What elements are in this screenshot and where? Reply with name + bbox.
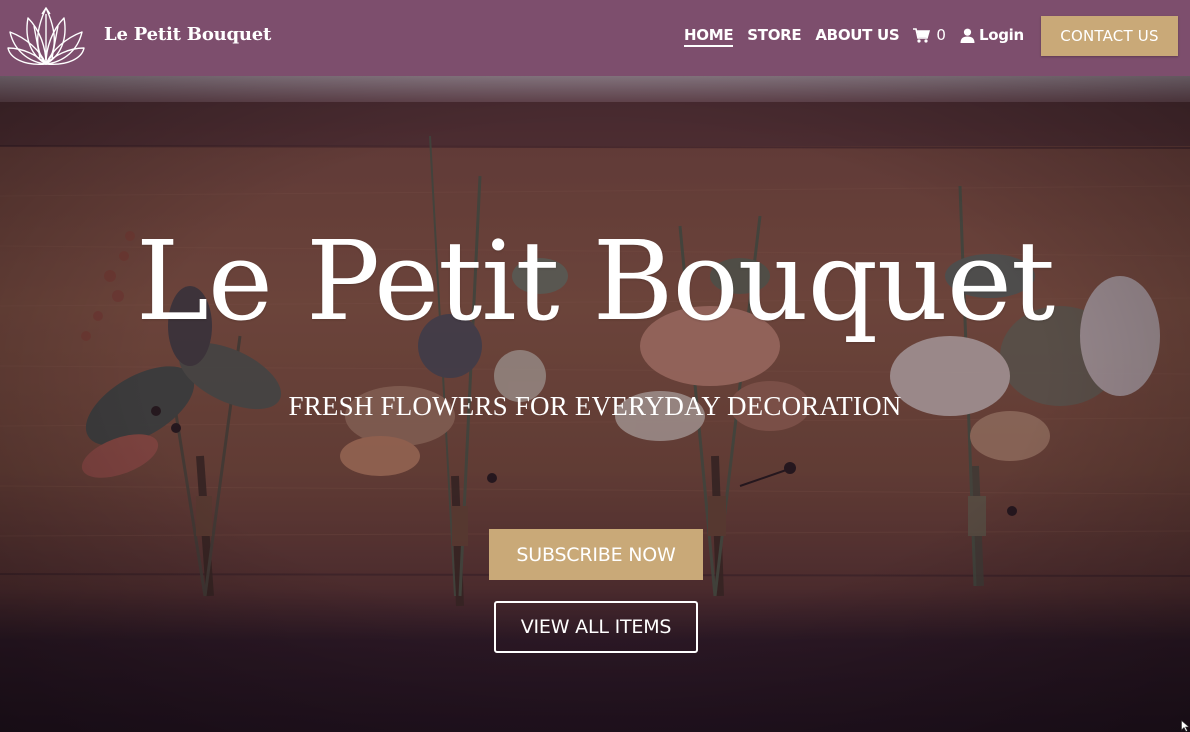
cart-count: 0 xyxy=(936,26,946,44)
lotus-logo-icon[interactable] xyxy=(6,4,86,68)
nav-about-link[interactable]: ABOUT US xyxy=(815,25,899,45)
cart-link[interactable]: 0 xyxy=(913,25,946,45)
brand-name[interactable]: Le Petit Bouquet xyxy=(104,24,271,45)
nav-store-link[interactable]: STORE xyxy=(747,25,801,45)
mouse-cursor-icon xyxy=(1181,720,1190,732)
contact-us-button[interactable]: CONTACT US xyxy=(1041,16,1178,56)
page: Le Petit Bouquet HOME STORE ABOUT US 0 L… xyxy=(0,0,1190,732)
shopping-cart-icon xyxy=(913,27,931,43)
view-all-items-button[interactable]: VIEW ALL ITEMS xyxy=(494,601,698,653)
main-nav: HOME STORE ABOUT US 0 Login xyxy=(684,25,1024,49)
site-header: Le Petit Bouquet HOME STORE ABOUT US 0 L… xyxy=(0,0,1190,76)
login-link[interactable]: Login xyxy=(960,25,1024,45)
hero-title: Le Petit Bouquet xyxy=(135,217,1055,345)
nav-home-link[interactable]: HOME xyxy=(684,25,734,47)
user-icon xyxy=(960,28,975,43)
hero-section: Le Petit Bouquet FRESH FLOWERS FOR EVERY… xyxy=(0,76,1190,732)
subscribe-now-button[interactable]: SUBSCRIBE NOW xyxy=(489,529,703,580)
hero-subtitle: FRESH FLOWERS FOR EVERYDAY DECORATION xyxy=(288,391,902,421)
login-label[interactable]: Login xyxy=(979,25,1024,45)
